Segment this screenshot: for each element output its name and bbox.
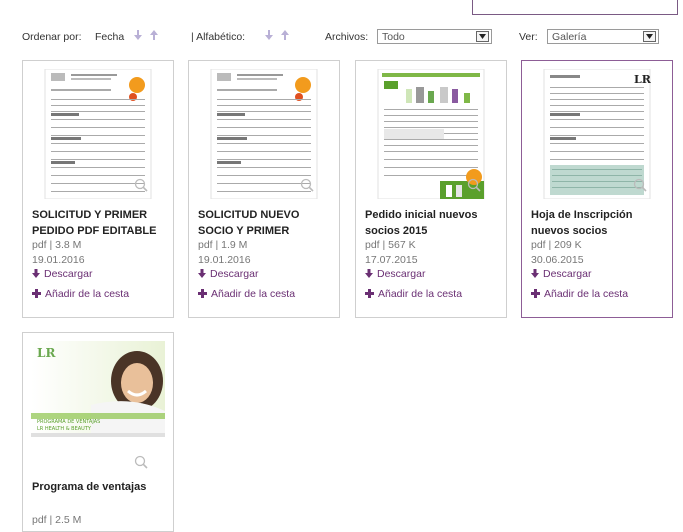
document-card[interactable]: LR Hoja de Inscripción nuevos socios pdf… bbox=[521, 60, 673, 318]
files-label: Archivos: bbox=[325, 31, 369, 43]
plus-icon bbox=[365, 289, 374, 298]
download-link[interactable]: Descargar bbox=[198, 268, 258, 280]
document-date: 17.07.2015 bbox=[365, 254, 418, 266]
promo-title: PROGRAMA DE VENTAJAS bbox=[37, 419, 100, 425]
sort-label: Ordenar por: bbox=[22, 31, 82, 43]
plus-icon bbox=[32, 289, 41, 298]
sort-alpha-desc-icon[interactable] bbox=[265, 30, 273, 40]
zoom-icon[interactable] bbox=[467, 178, 481, 192]
document-card[interactable]: Pedido inicial nuevos socios 2015 pdf | … bbox=[355, 60, 507, 318]
document-type-size: pdf | 3.8 M bbox=[32, 239, 82, 251]
document-title[interactable]: SOLICITUD Y PRIMER PEDIDO PDF EDITABLE bbox=[32, 207, 170, 239]
download-label: Descargar bbox=[210, 268, 259, 280]
view-mode-value: Galería bbox=[552, 31, 587, 43]
brand-logo: LR bbox=[634, 73, 652, 86]
document-title[interactable]: Pedido inicial nuevos socios 2015 bbox=[365, 207, 503, 239]
document-type-size: pdf | 1.9 M bbox=[198, 239, 248, 251]
zoom-icon[interactable] bbox=[134, 178, 148, 192]
sort-toolbar: Ordenar por: Fecha | Alfabético: Archivo… bbox=[22, 27, 662, 49]
download-arrow-icon bbox=[365, 269, 373, 278]
document-type-size: pdf | 2.5 M bbox=[32, 514, 82, 526]
chevron-down-icon bbox=[476, 31, 489, 42]
document-card[interactable]: LR PROGRAMA DE VENTAJAS LR HEALTH & BEAU… bbox=[22, 332, 174, 532]
document-title[interactable]: Hoja de Inscripción nuevos socios bbox=[531, 207, 669, 239]
plus-icon bbox=[531, 289, 540, 298]
chevron-down-icon bbox=[643, 31, 656, 42]
download-arrow-icon bbox=[198, 269, 206, 278]
sort-alpha-asc-icon[interactable] bbox=[281, 30, 289, 40]
plus-icon bbox=[198, 289, 207, 298]
document-type-size: pdf | 567 K bbox=[365, 239, 416, 251]
sort-alphabetical[interactable]: | Alfabético: bbox=[191, 31, 245, 43]
view-label: Ver: bbox=[519, 31, 538, 43]
files-filter-value: Todo bbox=[382, 31, 405, 43]
add-to-basket-link[interactable]: Añadir de la cesta bbox=[198, 288, 295, 300]
add-to-basket-label: Añadir de la cesta bbox=[378, 288, 463, 300]
download-label: Descargar bbox=[44, 268, 93, 280]
download-arrow-icon bbox=[32, 269, 40, 278]
document-type-size: pdf | 209 K bbox=[531, 239, 582, 251]
document-title[interactable]: SOLICITUD NUEVO SOCIO Y PRIMER bbox=[198, 207, 336, 239]
download-link[interactable]: Descargar bbox=[32, 268, 92, 280]
files-filter-select[interactable]: Todo bbox=[377, 29, 492, 44]
add-to-basket-link[interactable]: Añadir de la cesta bbox=[32, 288, 129, 300]
top-panel-box bbox=[472, 0, 678, 15]
document-date: 19.01.2016 bbox=[198, 254, 251, 266]
sort-desc-icon[interactable] bbox=[134, 30, 142, 40]
zoom-icon[interactable] bbox=[134, 455, 148, 469]
document-date: 19.01.2016 bbox=[32, 254, 85, 266]
document-card[interactable]: SOLICITUD NUEVO SOCIO Y PRIMER pdf | 1.9… bbox=[188, 60, 340, 318]
add-to-basket-link[interactable]: Añadir de la cesta bbox=[531, 288, 628, 300]
zoom-icon[interactable] bbox=[633, 178, 647, 192]
document-card[interactable]: SOLICITUD Y PRIMER PEDIDO PDF EDITABLE p… bbox=[22, 60, 174, 318]
download-link[interactable]: Descargar bbox=[531, 268, 591, 280]
document-title[interactable]: Programa de ventajas bbox=[32, 479, 170, 511]
document-date: 30.06.2015 bbox=[531, 254, 584, 266]
download-arrow-icon bbox=[531, 269, 539, 278]
add-to-basket-link[interactable]: Añadir de la cesta bbox=[365, 288, 462, 300]
download-link[interactable]: Descargar bbox=[365, 268, 425, 280]
add-to-basket-label: Añadir de la cesta bbox=[544, 288, 629, 300]
promo-subtitle: LR HEALTH & BEAUTY bbox=[37, 426, 92, 432]
sort-asc-icon[interactable] bbox=[150, 30, 158, 40]
add-to-basket-label: Añadir de la cesta bbox=[45, 288, 130, 300]
sort-by-date[interactable]: Fecha bbox=[95, 31, 124, 43]
document-thumbnail[interactable]: LR PROGRAMA DE VENTAJAS LR HEALTH & BEAU… bbox=[31, 341, 165, 437]
download-label: Descargar bbox=[543, 268, 592, 280]
zoom-icon[interactable] bbox=[300, 178, 314, 192]
add-to-basket-label: Añadir de la cesta bbox=[211, 288, 296, 300]
download-label: Descargar bbox=[377, 268, 426, 280]
brand-logo: LR bbox=[37, 346, 56, 360]
view-mode-select[interactable]: Galería bbox=[547, 29, 659, 44]
